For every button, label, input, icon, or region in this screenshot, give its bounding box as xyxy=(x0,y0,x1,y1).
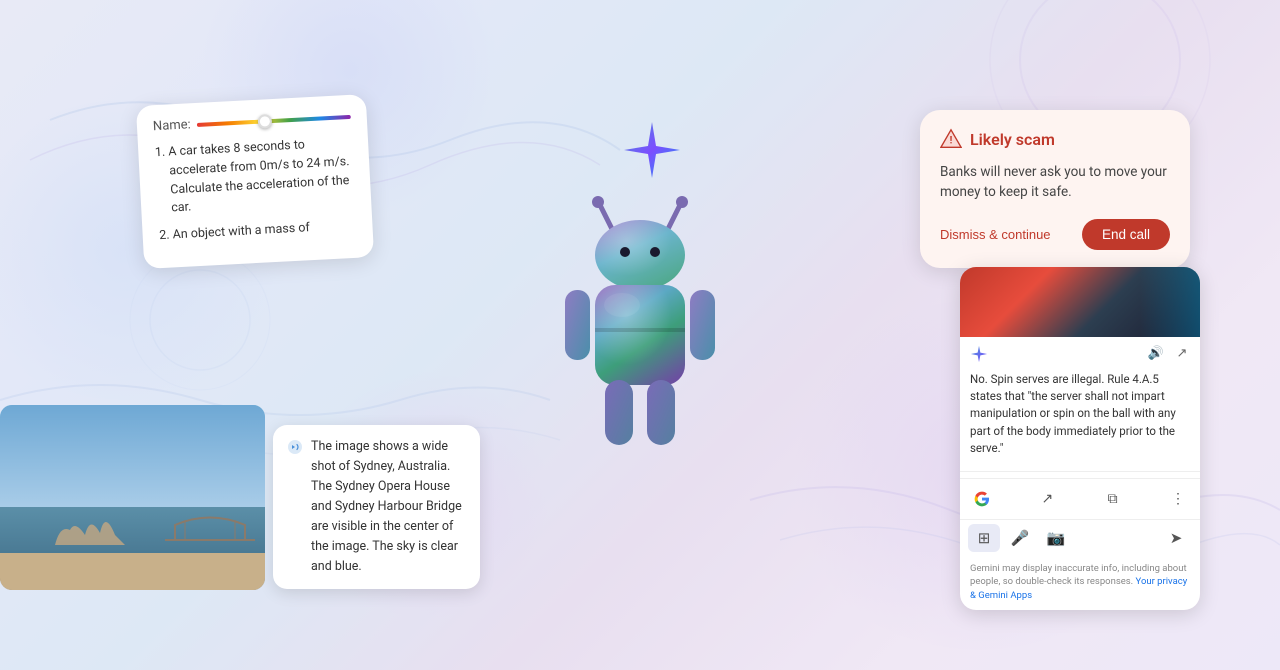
scam-body-text: Banks will never ask you to move your mo… xyxy=(940,162,1170,203)
external-link-icon[interactable]: ↗ xyxy=(1174,346,1190,362)
scam-title-text: Likely scam xyxy=(970,130,1055,149)
dismiss-button[interactable]: Dismiss & continue xyxy=(940,227,1051,242)
opera-house-silhouette xyxy=(50,505,130,545)
sydney-description-text: The image shows a wide shot of Sydney, A… xyxy=(311,437,466,577)
more-options-button[interactable]: ⋮ xyxy=(1164,485,1192,513)
scam-warning-card: ! Likely scam Banks will never ask you t… xyxy=(920,110,1190,268)
sydney-ground xyxy=(0,553,265,590)
microphone-button[interactable]: 🎤 xyxy=(1004,524,1036,552)
android-robot xyxy=(530,170,750,470)
gemini-toolbar: ↗ ⧉ ⋮ xyxy=(960,478,1200,519)
gemini-footer-note: Gemini may display inaccurate info, incl… xyxy=(960,558,1200,610)
quiz-card: Name: A car takes 8 seconds to accelerat… xyxy=(136,94,374,269)
gemini-panel-icons: 🔊 ↗ xyxy=(1148,346,1190,362)
quiz-question-2: An object with a mass of xyxy=(172,217,357,245)
gemini-bottom-toolbar: ⊞ 🎤 📷 ➤ xyxy=(960,519,1200,558)
quiz-questions: A car takes 8 seconds to accelerate from… xyxy=(154,134,357,246)
send-button[interactable]: ➤ xyxy=(1160,524,1192,552)
android-body-svg xyxy=(540,180,740,460)
sydney-card: The image shows a wide shot of Sydney, A… xyxy=(0,405,480,590)
scam-actions: Dismiss & continue End call xyxy=(940,219,1170,250)
image-strip-overlay xyxy=(1140,267,1200,337)
scam-title-row: ! Likely scam xyxy=(940,128,1170,150)
quiz-question-1: A car takes 8 seconds to accelerate from… xyxy=(168,134,356,219)
name-row: Name: xyxy=(153,109,352,134)
sydney-image xyxy=(0,405,265,590)
share-button[interactable]: ↗ xyxy=(1033,485,1061,513)
gemini-panel-body: No. Spin serves are illegal. Rule 4.A.5 … xyxy=(960,367,1200,465)
warning-icon: ! xyxy=(940,128,962,150)
slider-track xyxy=(197,114,351,126)
svg-text:!: ! xyxy=(950,136,953,147)
harbour-bridge-silhouette xyxy=(165,510,255,545)
name-label: Name: xyxy=(153,117,192,134)
gemini-panel: 🔊 ↗ No. Spin serves are illegal. Rule 4.… xyxy=(960,267,1200,610)
screenshot-button[interactable]: ⊞ xyxy=(968,524,1000,552)
sydney-description-card: The image shows a wide shot of Sydney, A… xyxy=(273,425,480,589)
sydney-sky xyxy=(0,405,265,507)
color-slider[interactable] xyxy=(197,114,351,126)
slider-thumb xyxy=(258,114,273,129)
copy-button[interactable]: ⧉ xyxy=(1099,485,1127,513)
gemini-star-icon xyxy=(970,345,988,363)
gemini-response-text: No. Spin serves are illegal. Rule 4.A.5 … xyxy=(970,372,1176,455)
google-g-icon xyxy=(974,491,990,507)
end-call-button[interactable]: End call xyxy=(1082,219,1170,250)
audio-icon[interactable] xyxy=(287,439,303,455)
camera-button[interactable]: 📷 xyxy=(1040,524,1072,552)
gemini-spark-icon xyxy=(622,120,682,180)
gemini-panel-header: 🔊 ↗ xyxy=(960,337,1200,367)
audio-toggle-icon[interactable]: 🔊 xyxy=(1148,346,1164,362)
panel-divider xyxy=(960,471,1200,472)
gemini-image-strip xyxy=(960,267,1200,337)
google-search-button[interactable] xyxy=(968,485,996,513)
